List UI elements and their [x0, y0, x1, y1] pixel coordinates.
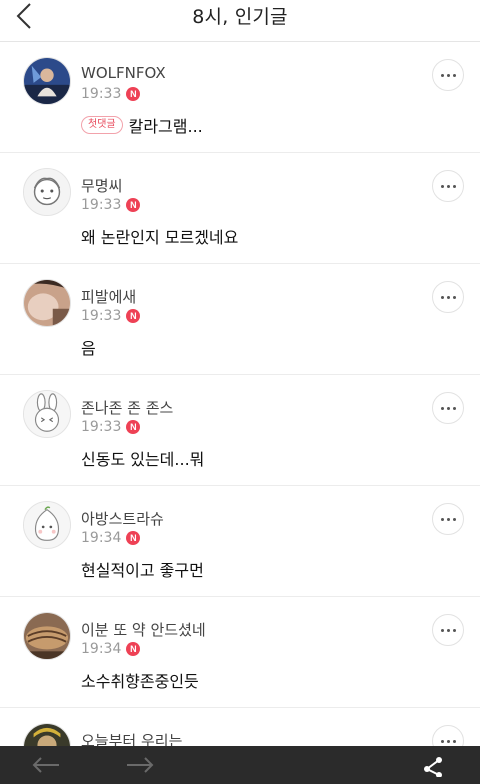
comment-body: 신동도 있는데...뭐: [81, 446, 204, 470]
more-dots-icon: [440, 184, 444, 188]
more-dot: [452, 406, 456, 410]
comment-time: 19:34: [81, 641, 122, 657]
avatar[interactable]: [23, 612, 71, 660]
avatar[interactable]: [23, 57, 71, 105]
comment-item: 아방스트라슈 19:34 N 현실적이고 좋구먼: [0, 486, 480, 597]
avatar-cartoon-icon: [24, 169, 70, 215]
more-dot: [452, 184, 456, 188]
comment-meta: 19:33 N: [81, 86, 141, 102]
comment-nickname[interactable]: WOLFNFOX: [81, 64, 166, 82]
more-dot: [452, 628, 456, 632]
comment-item: WOLFNFOX 19:33 N 첫댓글 칼라그램...: [0, 42, 480, 153]
comment-body: 현실적이고 좋구먼: [81, 557, 204, 581]
comment-nickname[interactable]: 무명씨: [81, 175, 122, 196]
more-dots-icon: [440, 73, 444, 77]
share-icon: [424, 757, 442, 777]
comment-body: 음: [81, 335, 96, 359]
comment-text: 칼라그램...: [128, 117, 203, 136]
comment-text: 음: [81, 339, 96, 358]
comment-text: 소수취향존중인듯: [81, 672, 199, 691]
avatar-photo-icon: [24, 613, 70, 659]
more-options-button[interactable]: [432, 392, 464, 424]
comment-meta: 19:34 N: [81, 641, 141, 657]
more-dots-icon: [440, 406, 444, 410]
comment-body: 왜 논란인지 모르겠네요: [81, 224, 238, 248]
comment-list: WOLFNFOX 19:33 N 첫댓글 칼라그램... 무명씨 19:33 N…: [0, 42, 480, 771]
comment-time: 19:33: [81, 419, 122, 435]
avatar[interactable]: [23, 168, 71, 216]
share-button[interactable]: [418, 746, 448, 784]
new-badge: N: [126, 420, 141, 434]
comment-nickname[interactable]: 피발에새: [81, 286, 136, 307]
page: 8시, 인기글 WOLFNFOX 19:33 N 첫댓글 칼라그램... 무명씨…: [0, 0, 480, 784]
comment-body: 소수취향존중인듯: [81, 668, 199, 692]
more-options-button[interactable]: [432, 59, 464, 91]
top-bar: 8시, 인기글: [0, 0, 480, 42]
comment-time: 19:33: [81, 197, 122, 213]
arrow-right-icon: [127, 757, 154, 773]
comment-nickname[interactable]: 존나존 존 존스: [81, 397, 173, 418]
comment-meta: 19:33 N: [81, 197, 141, 213]
comment-meta: 19:33 N: [81, 308, 141, 324]
avatar[interactable]: [23, 390, 71, 438]
comment-time: 19:34: [81, 530, 122, 546]
avatar[interactable]: [23, 501, 71, 549]
browser-back-button[interactable]: [28, 746, 64, 784]
more-dot: [452, 739, 456, 743]
arrow-left-icon: [32, 757, 59, 773]
comment-item: 존나존 존 존스 19:33 N 신동도 있는데...뭐: [0, 375, 480, 486]
new-badge: N: [126, 642, 141, 656]
avatar[interactable]: [23, 279, 71, 327]
comment-text: 왜 논란인지 모르겠네요: [81, 228, 239, 247]
more-dot: [446, 184, 450, 188]
comment-item: 피발에새 19:33 N 음: [0, 264, 480, 375]
more-dots-icon: [440, 628, 444, 632]
browser-forward-button[interactable]: [122, 746, 158, 784]
new-badge: N: [126, 531, 141, 545]
comment-meta: 19:34 N: [81, 530, 141, 546]
more-dot: [446, 406, 450, 410]
comment-item: 이분 또 약 안드셨네 19:34 N 소수취향존중인듯: [0, 597, 480, 708]
more-dot: [446, 73, 450, 77]
comment-nickname[interactable]: 아방스트라슈: [81, 508, 164, 529]
back-button[interactable]: [14, 0, 54, 34]
more-dot: [446, 517, 450, 521]
avatar-character-icon: [24, 502, 70, 548]
first-comment-badge: 첫댓글: [81, 116, 123, 134]
comment-time: 19:33: [81, 308, 122, 324]
more-dot: [446, 628, 450, 632]
chevron-left-icon: [16, 3, 31, 29]
more-dots-icon: [440, 295, 444, 299]
comment-text: 현실적이고 좋구먼: [81, 561, 204, 580]
comment-nickname[interactable]: 이분 또 약 안드셨네: [81, 619, 206, 640]
new-badge: N: [126, 309, 141, 323]
more-dot: [446, 295, 450, 299]
comment-item: 무명씨 19:33 N 왜 논란인지 모르겠네요: [0, 153, 480, 264]
avatar-photo-icon: [24, 280, 70, 326]
bottom-toolbar: [0, 746, 480, 784]
more-dots-icon: [440, 517, 444, 521]
more-dots-icon: [440, 739, 444, 743]
more-dot: [452, 517, 456, 521]
avatar-bunny-icon: [24, 391, 70, 437]
more-dot: [452, 295, 456, 299]
more-options-button[interactable]: [432, 170, 464, 202]
more-dot: [446, 739, 450, 743]
comment-body: 첫댓글 칼라그램...: [81, 113, 203, 137]
comment-time: 19:33: [81, 86, 122, 102]
more-dot: [452, 73, 456, 77]
avatar-photo-icon: [24, 58, 70, 104]
more-options-button[interactable]: [432, 281, 464, 313]
new-badge: N: [126, 87, 141, 101]
comment-meta: 19:33 N: [81, 419, 141, 435]
comment-text: 신동도 있는데...뭐: [81, 450, 205, 469]
page-title: 8시, 인기글: [192, 6, 288, 28]
more-options-button[interactable]: [432, 614, 464, 646]
new-badge: N: [126, 198, 141, 212]
more-options-button[interactable]: [432, 503, 464, 535]
